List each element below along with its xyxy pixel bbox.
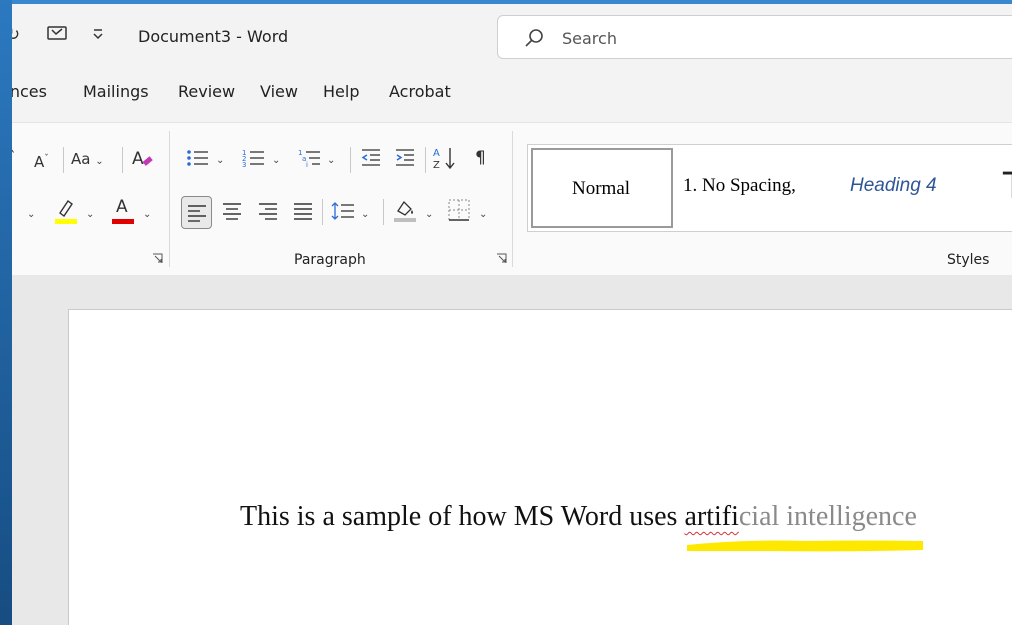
borders-dropdown-icon[interactable]: ⌄	[479, 205, 487, 225]
show-formatting-marks-icon[interactable]: ¶	[475, 148, 486, 168]
text-effects-dropdown-icon[interactable]: ⌄	[27, 205, 35, 225]
paragraph-dialog-launcher-icon[interactable]	[496, 253, 507, 264]
change-case-button[interactable]: Aa ⌄	[71, 149, 104, 172]
ribbon: ˆ Aˇ Aa ⌄ A ∧ ⌄ ⌄ A ⌄ ⌄	[0, 122, 1012, 276]
numbering-dropdown-icon[interactable]: ⌄	[272, 151, 280, 171]
style-no-spacing[interactable]: 1. No Spacing,	[683, 175, 796, 197]
grow-font-button[interactable]: Aˇ	[34, 149, 49, 172]
line-spacing-dropdown-icon[interactable]: ⌄	[361, 205, 369, 225]
change-case-label: Aa	[71, 150, 91, 168]
justify-icon[interactable]	[293, 201, 313, 226]
align-right-icon[interactable]	[258, 201, 278, 226]
highlight-dropdown-icon[interactable]: ⌄	[86, 205, 94, 225]
separator	[322, 199, 323, 225]
separator	[383, 199, 384, 225]
styles-group-label: Styles	[947, 252, 990, 268]
grow-font-label: A	[34, 153, 45, 171]
tab-mailings[interactable]: Mailings	[83, 82, 149, 101]
align-center-icon[interactable]	[222, 201, 242, 226]
customize-toolbar-icon[interactable]	[85, 24, 111, 46]
styles-gallery: Normal 1. No Spacing, Heading 4 T	[527, 144, 1012, 232]
predictive-suggestion-text: cial intelligence	[738, 501, 917, 532]
search-input[interactable]	[560, 25, 984, 51]
typed-text: This is a sample of how MS Word uses art…	[240, 501, 739, 532]
desktop-left-edge	[0, 0, 12, 625]
multilevel-list-icon[interactable]: 1ai	[298, 147, 322, 174]
highlight-color-button[interactable]	[54, 197, 78, 230]
separator	[63, 147, 64, 173]
separator	[425, 147, 426, 173]
paragraph-group-label: Paragraph	[294, 252, 366, 268]
bullets-dropdown-icon[interactable]: ⌄	[216, 151, 224, 171]
font-dialog-launcher-icon[interactable]	[152, 253, 163, 264]
group-divider	[512, 131, 513, 267]
tab-help[interactable]: Help	[323, 82, 359, 101]
style-heading-4[interactable]: Heading 4	[850, 175, 937, 197]
multilevel-dropdown-icon[interactable]: ⌄	[327, 151, 335, 171]
sort-icon[interactable]: AZ	[432, 145, 458, 176]
group-divider	[169, 131, 170, 267]
font-color-dropdown-icon[interactable]: ⌄	[143, 205, 151, 225]
style-normal[interactable]: Normal	[531, 148, 673, 228]
svg-text:Z: Z	[433, 160, 440, 171]
document-canvas: This is a sample of how MS Word uses art…	[0, 275, 1012, 625]
shading-dropdown-icon[interactable]: ⌄	[425, 205, 433, 225]
font-color-label: A	[116, 197, 128, 217]
tab-review[interactable]: Review	[178, 82, 235, 101]
clear-formatting-icon[interactable]: A	[131, 147, 155, 174]
document-page[interactable]: This is a sample of how MS Word uses art…	[68, 309, 1012, 625]
svg-text:A: A	[433, 148, 440, 159]
separator	[122, 147, 123, 173]
decrease-indent-icon[interactable]	[360, 147, 382, 174]
align-left-button[interactable]	[181, 196, 212, 229]
title-bar: ↻ Document3 - Word	[0, 4, 1012, 70]
shading-icon[interactable]	[393, 197, 417, 228]
svg-text:i: i	[306, 161, 308, 169]
svg-text:3: 3	[242, 161, 246, 169]
numbering-icon[interactable]: 123	[242, 147, 266, 174]
document-title: Document3 - Word	[138, 27, 289, 46]
line-spacing-icon[interactable]	[331, 201, 355, 226]
touch-mode-icon[interactable]	[44, 24, 70, 46]
bullets-icon[interactable]	[186, 147, 210, 174]
search-box[interactable]	[497, 15, 1012, 59]
font-color-button[interactable]: A	[112, 197, 136, 230]
tab-acrobat[interactable]: Acrobat	[389, 82, 451, 101]
word-window: ↻ Document3 - Word ences Mailings Review…	[0, 4, 1012, 625]
tab-view[interactable]: View	[260, 82, 298, 101]
svg-text:A: A	[132, 149, 144, 169]
suggestion-highlight-mark	[687, 540, 923, 552]
borders-icon[interactable]	[448, 199, 470, 226]
style-normal-label: Normal	[572, 178, 631, 199]
increase-indent-icon[interactable]	[394, 147, 416, 174]
style-title-preview[interactable]: T	[1002, 165, 1012, 208]
misspelled-word[interactable]: artifi	[684, 501, 738, 532]
separator	[350, 147, 351, 173]
document-paragraph[interactable]: This is a sample of how MS Word uses art…	[240, 501, 917, 533]
search-icon	[525, 29, 543, 47]
